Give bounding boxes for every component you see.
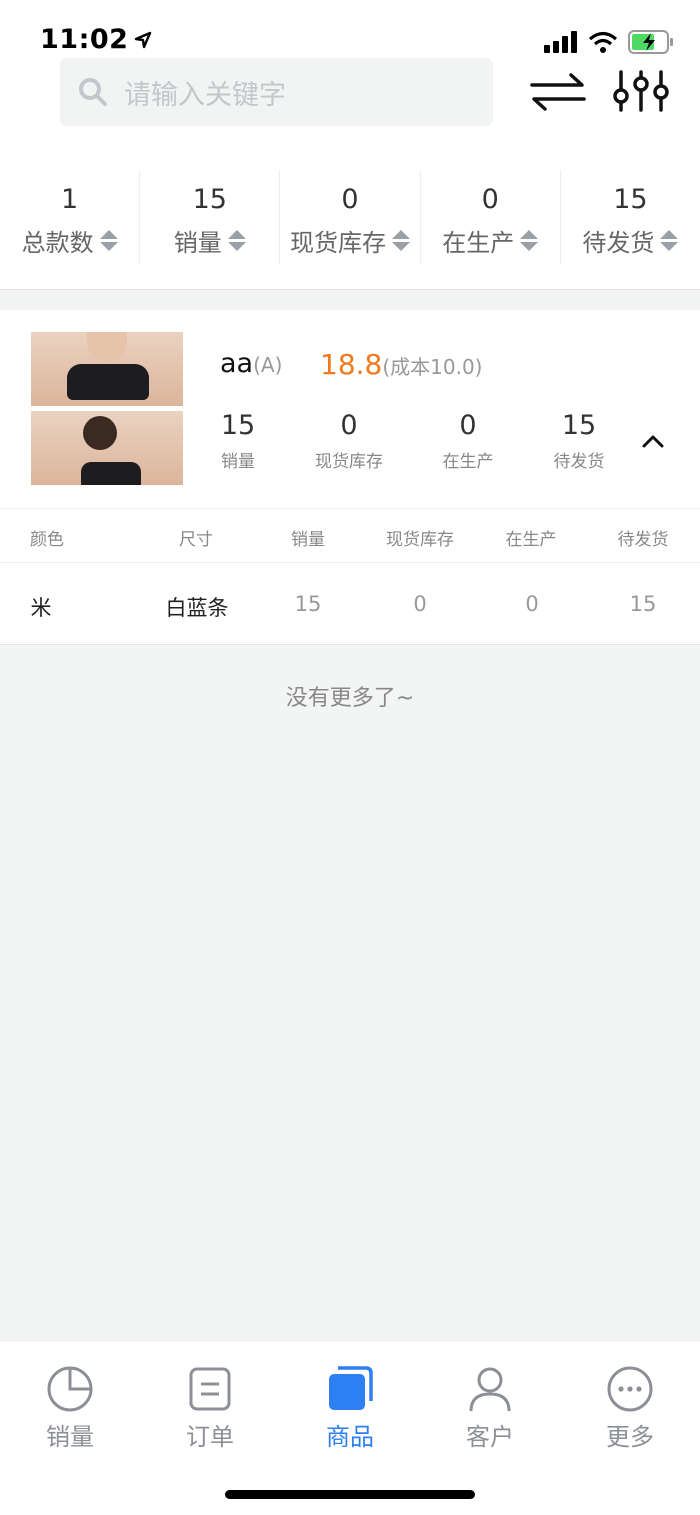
product-stat-value: 15: [561, 410, 597, 441]
header-area: 11:02 请输入关键字 1 总款数 15 销量 0 现货库存 0 在生产 15…: [0, 0, 700, 290]
pie-chart-icon: [47, 1366, 93, 1412]
summary-value: 1: [61, 184, 79, 215]
table-header-color: 颜色: [30, 530, 64, 550]
status-icons: [544, 30, 674, 54]
order-list-icon: [189, 1367, 231, 1411]
product-card[interactable]: aa(A) 18.8(成本10.0) 15 销量 0 现货库存 0 在生产 15…: [0, 310, 700, 645]
search-placeholder: 请输入关键字: [124, 79, 286, 111]
sort-icon: [660, 230, 679, 251]
home-indicator[interactable]: [225, 1490, 475, 1499]
tab-sales[interactable]: 销量: [0, 1365, 140, 1452]
table-header-sales: 销量: [291, 530, 325, 550]
summary-label: 销量: [174, 223, 246, 258]
divider: [0, 289, 700, 290]
tab-goods[interactable]: 商品: [280, 1365, 420, 1452]
table-cell-stock: 0: [413, 592, 427, 616]
summary-total-styles[interactable]: 1 总款数: [0, 170, 139, 265]
switch-arrows-icon[interactable]: [530, 72, 586, 112]
divider: [0, 508, 700, 509]
summary-label-text: 待发货: [582, 229, 655, 257]
product-stat-value: 0: [340, 410, 358, 441]
product-stat-label: 现货库存: [315, 452, 383, 472]
list-end-text: 没有更多了~: [285, 686, 415, 711]
summary-label-text: 总款数: [21, 229, 94, 257]
product-price: 18.8(成本10.0): [320, 348, 482, 381]
cellular-signal-icon: [544, 31, 577, 53]
status-bar: 11:02: [0, 0, 700, 58]
table-header-stock: 现货库存: [386, 530, 454, 550]
summary-in-production[interactable]: 0 在生产: [419, 170, 560, 265]
chevron-up-icon[interactable]: [642, 434, 664, 448]
tab-label: 订单: [186, 1423, 234, 1451]
sort-icon: [99, 230, 118, 251]
product-stat-label: 在生产: [442, 452, 494, 472]
table-cell-in-production: 0: [525, 592, 539, 616]
tab-customers[interactable]: 客户: [420, 1365, 560, 1452]
summary-value: 0: [481, 184, 499, 215]
location-arrow-icon: [135, 31, 152, 48]
summary-sales[interactable]: 15 销量: [139, 170, 279, 265]
tab-label: 商品: [326, 1423, 374, 1451]
tab-label: 销量: [46, 1423, 94, 1451]
summary-label: 待发货: [582, 223, 679, 258]
tab-orders[interactable]: 订单: [140, 1365, 280, 1452]
product-stat-in-production: 0 在生产: [413, 410, 523, 472]
product-code: (A): [253, 353, 283, 377]
sort-icon: [392, 230, 410, 251]
product-stat-label: 待发货: [553, 452, 605, 472]
divider: [0, 644, 700, 645]
summary-value: 15: [192, 184, 227, 215]
summary-label-text: 在生产: [442, 229, 515, 257]
product-stat-to-ship: 15 待发货: [524, 410, 634, 472]
search-icon: [79, 78, 107, 106]
search-bar[interactable]: 请输入关键字: [60, 58, 493, 126]
tab-bar: 销量 订单 商品 客户 更多: [0, 1340, 700, 1515]
table-cell-size: 白蓝条: [165, 596, 229, 620]
divider: [0, 562, 700, 563]
table-cell-to-ship: 15: [629, 592, 657, 616]
wifi-icon: [588, 31, 618, 53]
cost-value: (成本10.0): [382, 355, 483, 379]
status-time: 11:02: [40, 24, 152, 55]
table-cell-color: 米: [30, 596, 52, 620]
more-dots-icon: [607, 1366, 653, 1412]
table-header-in-production: 在生产: [505, 530, 557, 550]
summary-label: 总款数: [22, 223, 118, 258]
summary-label-text: 销量: [173, 229, 222, 257]
summary-label: 现货库存: [290, 223, 410, 258]
summary-value: 15: [613, 184, 648, 215]
product-stat-stock: 0 现货库存: [294, 410, 404, 472]
product-stat-value: 0: [459, 410, 477, 441]
product-stat-sales: 15 销量: [183, 410, 293, 472]
price-value: 18.8: [320, 348, 383, 381]
table-header-to-ship: 待发货: [617, 530, 669, 550]
table-header-size: 尺寸: [179, 530, 213, 550]
tab-more[interactable]: 更多: [560, 1365, 700, 1452]
product-name-text: aa: [220, 348, 254, 379]
tab-label: 客户: [466, 1423, 514, 1451]
summary-value: 0: [341, 184, 359, 215]
summary-stock[interactable]: 0 现货库存: [279, 170, 419, 265]
summary-label-text: 现货库存: [290, 229, 386, 257]
table-cell-sales: 15: [294, 592, 322, 616]
product-name: aa(A): [220, 348, 282, 379]
summary-to-ship[interactable]: 15 待发货: [559, 170, 700, 265]
battery-charging-icon: [628, 30, 673, 54]
tab-label: 更多: [606, 1423, 654, 1451]
product-stat-value: 15: [220, 410, 256, 441]
goods-icon: [329, 1366, 373, 1410]
person-icon: [469, 1367, 511, 1412]
sort-icon: [520, 230, 539, 251]
filter-sliders-icon[interactable]: [612, 70, 670, 112]
time-text: 11:02: [40, 24, 129, 55]
summary-label: 在生产: [442, 223, 539, 258]
product-image[interactable]: [31, 332, 183, 485]
sort-icon: [227, 230, 246, 251]
product-stat-label: 销量: [221, 452, 255, 472]
summary-stats: 1 总款数 15 销量 0 现货库存 0 在生产 15 待发货: [0, 170, 700, 265]
